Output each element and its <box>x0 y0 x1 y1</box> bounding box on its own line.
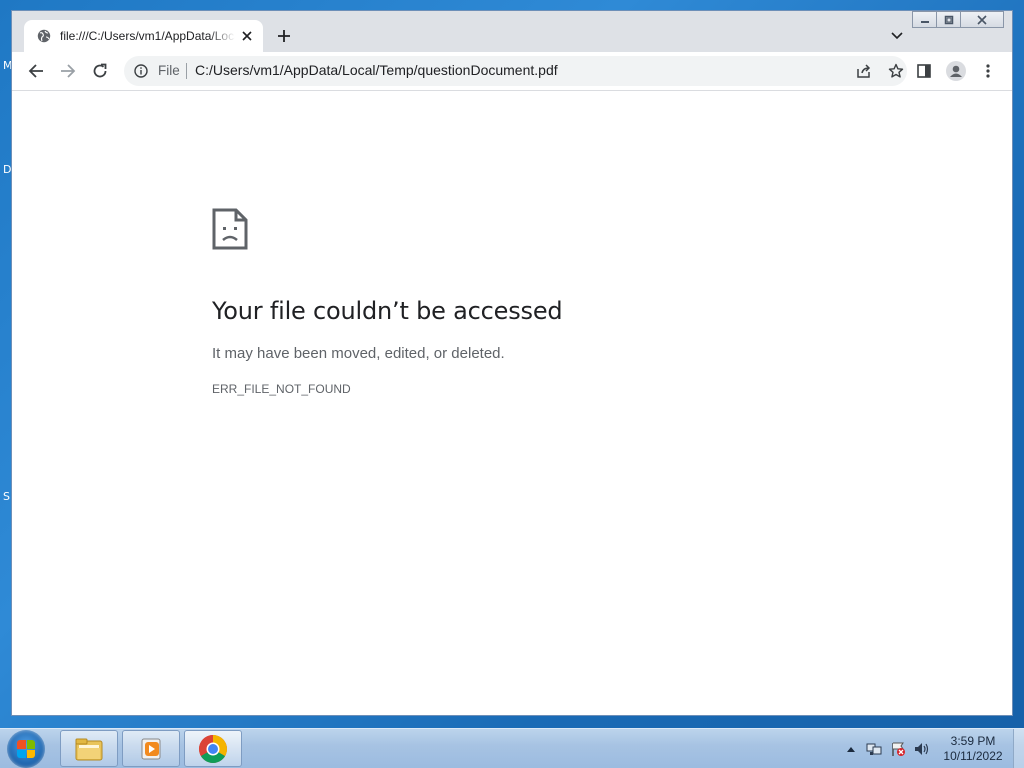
start-button[interactable] <box>7 730 45 768</box>
share-icon[interactable] <box>855 62 873 80</box>
clock-time: 3:59 PM <box>950 734 996 748</box>
side-panel-icon <box>917 64 931 78</box>
plus-icon <box>278 30 290 42</box>
volume-icon[interactable] <box>914 741 930 757</box>
clock-date: 10/11/2022 <box>943 749 1003 763</box>
media-player-icon <box>141 738 161 759</box>
reload-icon <box>93 63 107 78</box>
tab-close-button[interactable] <box>239 28 255 44</box>
error-subtitle: It may have been moved, edited, or delet… <box>212 345 505 362</box>
error-title: Your file couldn’t be accessed <box>212 297 563 325</box>
browser-toolbar: File C:/Users/vm1/AppData/Local/Temp/que… <box>12 52 1012 91</box>
desktop: M D S file:///C:/Users/vm1/AppData/Local… <box>0 0 1024 768</box>
tab-search-button[interactable] <box>888 27 906 45</box>
restore-button[interactable] <box>936 11 961 28</box>
windows-logo-icon <box>17 740 35 758</box>
chip-divider <box>186 63 187 79</box>
sad-file-icon <box>212 208 248 250</box>
side-panel-button[interactable] <box>912 59 936 83</box>
menu-button[interactable] <box>976 59 1000 83</box>
restore-icon <box>944 15 953 24</box>
arrow-left-icon <box>28 64 43 78</box>
chevron-up-icon <box>847 747 855 752</box>
reload-button[interactable] <box>88 59 112 83</box>
browser-window: file:///C:/Users/vm1/AppData/Local/Temp/… <box>11 10 1013 716</box>
taskbar-explorer-button[interactable] <box>60 730 118 767</box>
taskbar: 3:59 PM 10/11/2022 <box>0 728 1024 768</box>
browser-tab[interactable]: file:///C:/Users/vm1/AppData/Local/Temp/… <box>24 20 263 52</box>
page-content: Your file couldn’t be accessed It may ha… <box>12 91 1012 715</box>
minimize-icon <box>920 20 929 23</box>
file-explorer-icon <box>75 738 103 760</box>
arrow-right-icon <box>61 64 76 78</box>
chrome-icon <box>199 734 227 763</box>
tab-title: file:///C:/Users/vm1/AppData/Local/Temp/… <box>60 29 235 43</box>
profile-button[interactable] <box>944 59 968 83</box>
avatar-icon <box>946 61 966 81</box>
address-bar[interactable]: File C:/Users/vm1/AppData/Local/Temp/que… <box>124 56 907 86</box>
site-chip[interactable]: File <box>158 63 180 78</box>
minimize-button[interactable] <box>912 11 937 28</box>
close-icon <box>977 14 987 25</box>
back-button[interactable] <box>24 59 48 83</box>
bookmark-star-icon[interactable] <box>887 62 905 80</box>
system-clock[interactable]: 3:59 PM 10/11/2022 <box>930 734 1016 764</box>
error-code: ERR_FILE_NOT_FOUND <box>212 382 351 396</box>
network-icon[interactable] <box>866 741 882 757</box>
taskbar-chrome-button[interactable] <box>184 730 242 767</box>
globe-icon <box>36 28 52 44</box>
url-text[interactable]: C:/Users/vm1/AppData/Local/Temp/question… <box>195 62 558 78</box>
taskbar-media-player-button[interactable] <box>122 730 180 767</box>
close-window-button[interactable] <box>960 11 1004 28</box>
forward-button[interactable] <box>56 59 80 83</box>
show-hidden-icons-button[interactable] <box>843 741 859 757</box>
new-tab-button[interactable] <box>273 25 295 47</box>
desktop-icon-label[interactable]: S <box>3 490 10 503</box>
window-controls <box>912 11 1004 28</box>
chevron-down-icon <box>891 32 903 40</box>
info-icon[interactable] <box>133 63 149 79</box>
close-icon <box>242 31 252 41</box>
more-vert-icon <box>986 64 990 78</box>
show-desktop-button[interactable] <box>1013 729 1024 768</box>
action-center-icon[interactable] <box>890 741 906 757</box>
